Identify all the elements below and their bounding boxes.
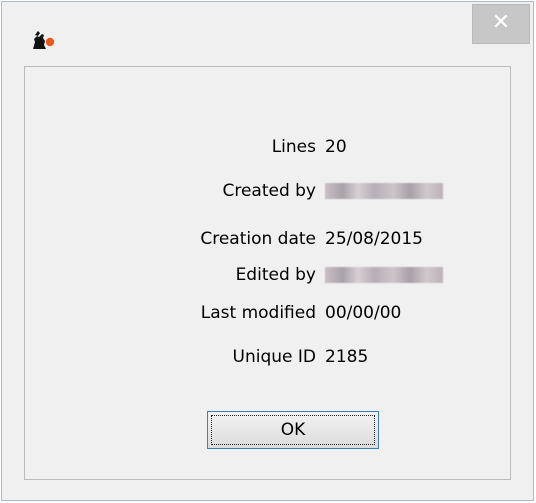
unique-id-label: Unique ID [232,347,316,367]
edited-by-label: Edited by [235,265,316,285]
close-button[interactable]: ✕ [472,4,530,44]
unique-id-row: Unique ID 2185 [25,345,512,369]
lines-label: Lines [271,137,316,157]
info-dialog: ✕ Lines 20 Created by Creation date 25/0… [1,1,534,501]
last-modified-value: 00/00/00 [325,303,402,323]
edited-by-row: Edited by [25,263,512,287]
creation-date-row: Creation date 25/08/2015 [25,227,512,251]
last-modified-label: Last modified [200,303,316,323]
created-by-value-redacted [325,183,443,199]
created-by-row: Created by [25,179,512,203]
ok-button[interactable]: OK [207,411,379,449]
ok-button-label: OK [211,415,375,445]
title-bar[interactable]: ✕ [2,2,533,66]
unique-id-value: 2185 [325,347,369,367]
lines-row: Lines 20 [25,135,512,159]
lines-value: 20 [325,137,347,157]
app-logo-icon [30,30,56,50]
last-modified-row: Last modified 00/00/00 [25,301,512,325]
info-panel: Lines 20 Created by Creation date 25/08/… [24,66,511,480]
created-by-label: Created by [222,181,316,201]
edited-by-value-redacted [325,267,443,283]
creation-date-value: 25/08/2015 [325,229,423,249]
creation-date-label: Creation date [200,229,316,249]
close-icon: ✕ [491,10,511,35]
